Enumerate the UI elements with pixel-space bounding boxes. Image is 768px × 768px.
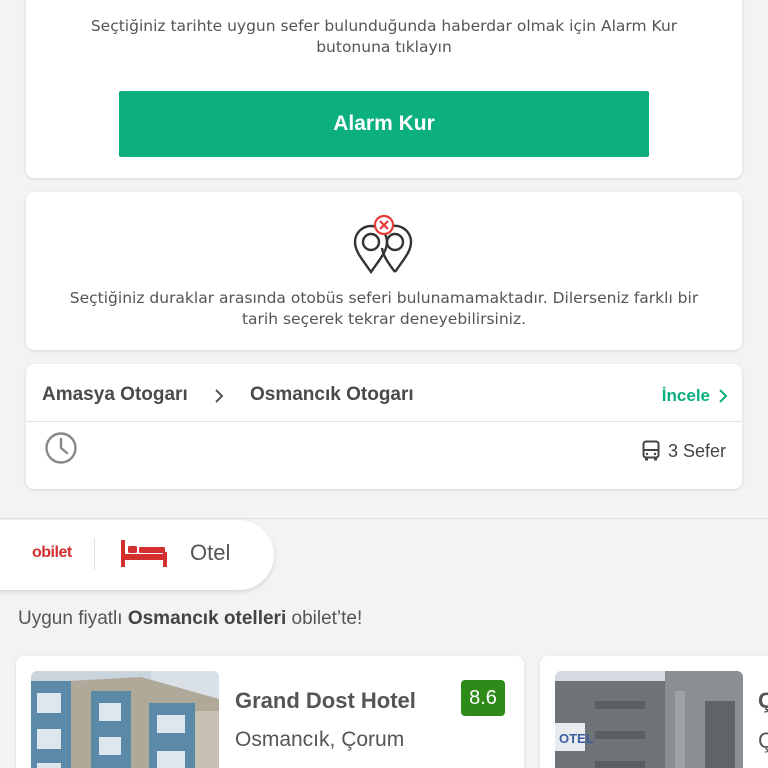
hotel-location: Ç [758, 728, 768, 753]
section-divider [0, 518, 768, 519]
promo-prefix: Uygun fiyatlı [18, 608, 128, 629]
hotel-name: Ç [758, 688, 768, 713]
trips-count: 3 Sefer [642, 440, 726, 462]
promo-suffix: obilet’te! [286, 608, 363, 629]
tab-separator [94, 538, 95, 570]
inspect-label: İncele [661, 386, 710, 405]
chevron-right-icon [719, 389, 728, 403]
bus-icon [642, 440, 660, 461]
bed-icon [121, 540, 167, 567]
route-card[interactable]: Amasya Otogarı Osmancık Otogarı İncele 3… [26, 364, 742, 489]
map-pins-error-icon [353, 214, 413, 274]
hotel-image: OTEL [555, 671, 743, 768]
hotel-image [31, 671, 219, 768]
svg-text:OTEL: OTEL [559, 731, 594, 746]
promo-text: Uygun fiyatlı Osmancık otelleri obilet’t… [18, 608, 362, 630]
otel-tab[interactable]: obilet Otel [0, 520, 274, 590]
alarm-message: Seçtiğiniz tarihte uygun sefer bulunduğu… [90, 17, 678, 56]
no-result-message: Seçtiğiniz duraklar arasında otobüs sefe… [69, 289, 699, 328]
no-result-card: Seçtiğiniz duraklar arasında otobüs sefe… [26, 192, 742, 350]
obilet-logo: obilet [32, 544, 72, 561]
hotel-card[interactable]: OTEL Ç Ç [540, 656, 768, 768]
chevron-right-icon [215, 389, 224, 403]
route-destination: Osmancık Otogarı [250, 384, 414, 405]
hotel-location: Osmancık, Çorum [235, 728, 405, 751]
hotel-name: Grand Dost Hotel [235, 688, 416, 713]
promo-highlight: Osmancık otelleri [127, 608, 287, 629]
trips-count-label: 3 Sefer [667, 440, 726, 461]
alarm-button[interactable]: Alarm Kur [119, 91, 649, 157]
otel-label: Otel [190, 540, 231, 565]
clock-icon [45, 432, 77, 464]
route-origin: Amasya Otogarı [42, 384, 188, 405]
rating-badge: 8.6 [461, 680, 505, 716]
alarm-card: Seçtiğiniz tarihte uygun sefer bulunduğu… [26, 0, 742, 178]
inspect-link[interactable]: İncele [662, 386, 728, 406]
hotel-card[interactable]: Grand Dost Hotel Osmancık, Çorum 8.6 [16, 656, 524, 768]
route-header: Amasya Otogarı Osmancık Otogarı İncele [26, 364, 742, 422]
